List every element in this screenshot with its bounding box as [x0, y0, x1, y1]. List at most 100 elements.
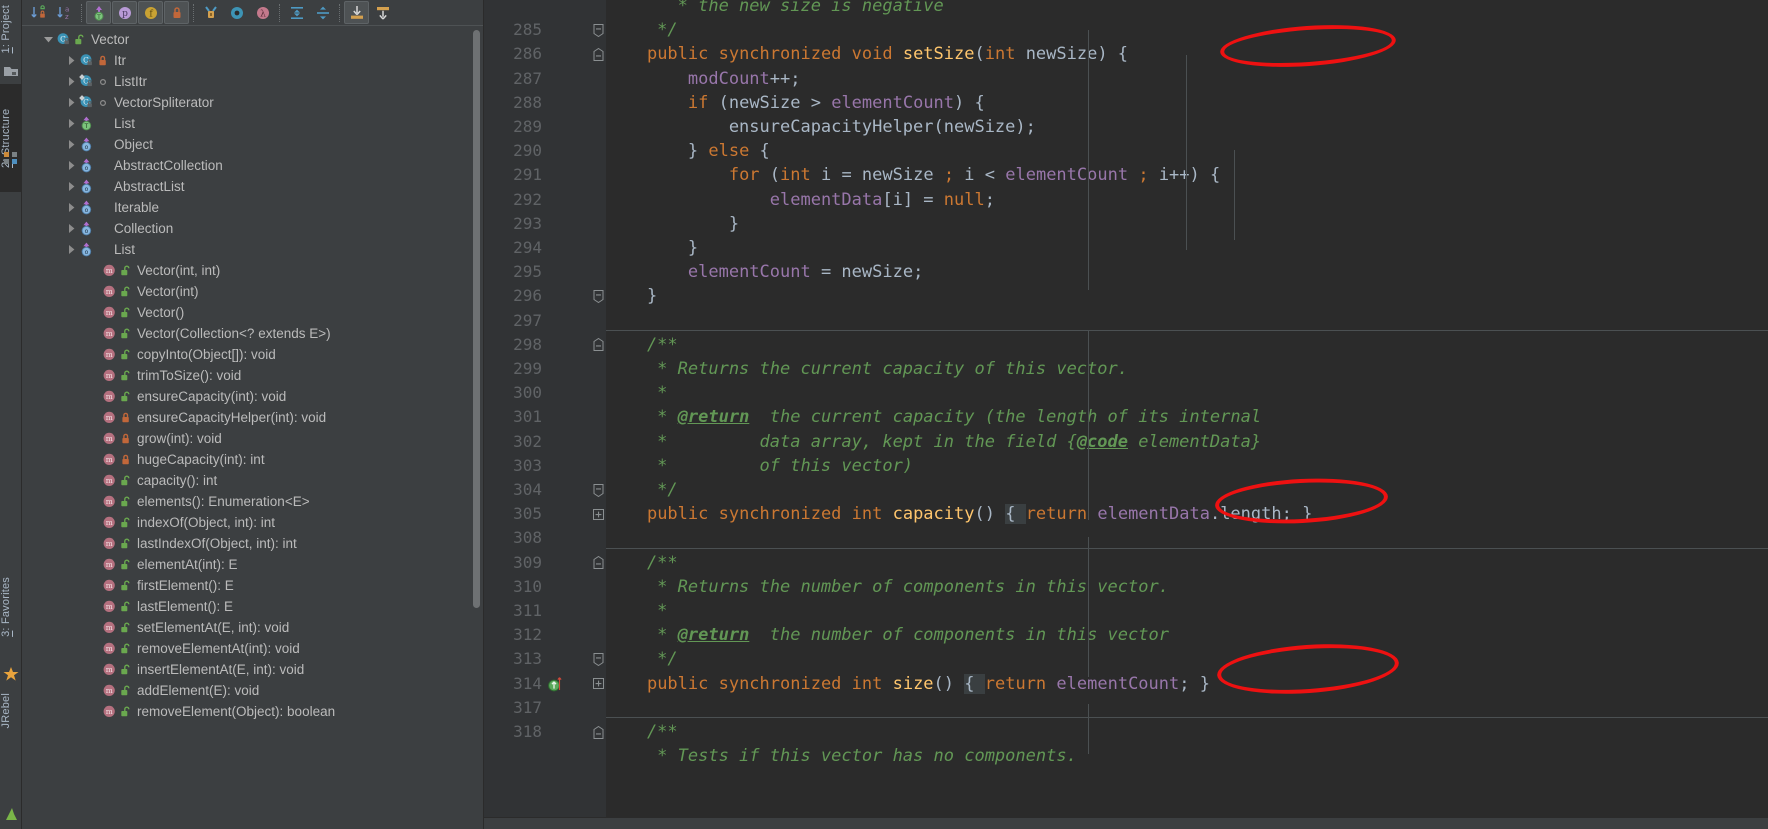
editor-line[interactable]: 301 * @return the current capacity (the … [484, 405, 1768, 429]
structure-class-row[interactable]: o Object [22, 134, 483, 155]
structure-method-row[interactable]: m hugeCapacity(int): int [22, 449, 483, 470]
structure-method-row[interactable]: m indexOf(Object, int): int [22, 512, 483, 533]
editor-line[interactable]: 286 public synchronized void setSize(int… [484, 42, 1768, 66]
structure-class-row[interactable]: C ListItr [22, 71, 483, 92]
show-anonymous-classes-button[interactable] [198, 1, 223, 24]
structure-method-row[interactable]: m ensureCapacityHelper(int): void [22, 407, 483, 428]
sidebar-item-jrebel[interactable]: JRebel [0, 690, 22, 731]
fold-region-icon[interactable] [590, 284, 606, 308]
fold-region-icon[interactable] [590, 333, 606, 357]
structure-tree[interactable]: C Vector C Itr C ListItr C VectorSpliterator T Li… [22, 26, 483, 829]
editor-line[interactable]: 302 * data array, kept in the field {@co… [484, 430, 1768, 454]
editor-line[interactable]: 300 * [484, 381, 1768, 405]
structure-method-row[interactable]: m capacity(): int [22, 470, 483, 491]
sort-alphabetically-button[interactable]: a z [52, 1, 77, 24]
expand-all-button[interactable] [284, 1, 309, 24]
autoscroll-from-source-button[interactable] [370, 1, 395, 24]
chevron-right-icon[interactable] [65, 155, 78, 176]
chevron-right-icon[interactable] [65, 239, 78, 260]
structure-method-row[interactable]: m Vector(int) [22, 281, 483, 302]
chevron-right-icon[interactable] [65, 218, 78, 239]
fold-region-icon[interactable] [590, 720, 606, 744]
editor-line[interactable]: * the new size is negative [484, 0, 1768, 18]
structure-class-row[interactable]: o AbstractList [22, 176, 483, 197]
show-non-public-button[interactable] [164, 1, 189, 24]
editor-line[interactable]: 305 public synchronized int capacity() {… [484, 502, 1768, 526]
structure-method-row[interactable]: m removeElement(Object): boolean [22, 701, 483, 722]
editor-line[interactable]: 313 */ [484, 647, 1768, 671]
structure-method-row[interactable]: m Vector() [22, 302, 483, 323]
structure-method-row[interactable]: m grow(int): void [22, 428, 483, 449]
structure-class-row[interactable]: T List [22, 113, 483, 134]
chevron-right-icon[interactable] [65, 92, 78, 113]
editor-line[interactable]: 299 * Returns the current capacity of th… [484, 357, 1768, 381]
structure-method-row[interactable]: m insertElementAt(E, int): void [22, 659, 483, 680]
chevron-right-icon[interactable] [65, 176, 78, 197]
collapse-all-button[interactable] [310, 1, 335, 24]
structure-method-row[interactable]: m firstElement(): E [22, 575, 483, 596]
show-inherited-button[interactable]: T [86, 1, 111, 24]
editor-line[interactable]: 295 elementCount = newSize; [484, 260, 1768, 284]
sidebar-item-project[interactable]: 1: Project [0, 2, 22, 56]
fold-region-icon[interactable] [590, 478, 606, 502]
chevron-right-icon[interactable] [65, 71, 78, 92]
structure-method-row[interactable]: m addElement(E): void [22, 680, 483, 701]
structure-class-row[interactable]: C Itr [22, 50, 483, 71]
editor-line[interactable]: 296 } [484, 284, 1768, 308]
structure-method-row[interactable]: m setElementAt(E, int): void [22, 617, 483, 638]
fold-region-icon[interactable] [590, 42, 606, 66]
autoscroll-to-source-button[interactable] [344, 1, 369, 24]
fold-region-icon[interactable] [590, 551, 606, 575]
fold-expand-icon[interactable] [590, 502, 606, 526]
structure-method-row[interactable]: m copyInto(Object[]): void [22, 344, 483, 365]
structure-class-row[interactable]: C VectorSpliterator [22, 92, 483, 113]
editor-line[interactable]: 285 */ [484, 18, 1768, 42]
structure-class-row[interactable]: o Iterable [22, 197, 483, 218]
structure-class-row[interactable]: o List [22, 239, 483, 260]
gutter-implementing-method-icon[interactable] [546, 672, 564, 696]
fold-region-icon[interactable] [590, 647, 606, 671]
editor-line[interactable]: 289 ensureCapacityHelper(newSize); [484, 115, 1768, 139]
show-lambdas-button[interactable]: λ [250, 1, 275, 24]
fold-expand-icon[interactable] [590, 672, 606, 696]
sidebar-item-favorites[interactable]: 3: Favorites [0, 574, 22, 640]
editor-line[interactable]: 303 * of this vector) [484, 454, 1768, 478]
group-by-type-button[interactable] [224, 1, 249, 24]
show-properties-button[interactable]: p [112, 1, 137, 24]
editor-line[interactable]: 287 modCount++; [484, 67, 1768, 91]
chevron-right-icon[interactable] [65, 113, 78, 134]
structure-method-row[interactable]: m lastElement(): E [22, 596, 483, 617]
editor-line[interactable]: 290 } else { [484, 139, 1768, 163]
structure-class-row[interactable]: o AbstractCollection [22, 155, 483, 176]
structure-method-row[interactable]: m ensureCapacity(int): void [22, 386, 483, 407]
editor-line[interactable]: 311 * [484, 599, 1768, 623]
chevron-down-icon[interactable] [42, 29, 55, 50]
structure-class-row[interactable]: C Vector [22, 29, 483, 50]
chevron-right-icon[interactable] [65, 134, 78, 155]
structure-method-row[interactable]: m elementAt(int): E [22, 554, 483, 575]
show-fields-button[interactable]: f [138, 1, 163, 24]
code-editor[interactable]: * the new size is negative 285 */286 publ… [484, 0, 1768, 829]
sort-by-visibility-button[interactable] [26, 1, 51, 24]
chevron-right-icon[interactable] [65, 197, 78, 218]
structure-method-row[interactable]: m lastIndexOf(Object, int): int [22, 533, 483, 554]
structure-method-row[interactable]: m Vector(Collection<? extends E>) [22, 323, 483, 344]
editor-line[interactable]: 298 /** [484, 329, 1768, 357]
editor-line[interactable]: 288 if (newSize > elementCount) { [484, 91, 1768, 115]
editor-line[interactable]: 318 /** [484, 717, 1768, 744]
editor-line[interactable]: 309 /** [484, 547, 1768, 575]
editor-line[interactable]: 292 elementData[i] = null; [484, 188, 1768, 212]
sidebar-item-structure[interactable]: 2: Structure [0, 84, 22, 192]
editor-line[interactable]: 291 for (int i = newSize ; i < elementCo… [484, 163, 1768, 187]
editor-line[interactable]: 293 } [484, 212, 1768, 236]
editor-line[interactable]: 304 */ [484, 478, 1768, 502]
structure-scrollbar[interactable] [473, 30, 480, 608]
editor-line[interactable]: 314 public synchronized int size() { ret… [484, 672, 1768, 696]
editor-line[interactable]: * Tests if this vector has no components… [484, 744, 1768, 768]
fold-region-icon[interactable] [590, 18, 606, 42]
structure-method-row[interactable]: m removeElementAt(int): void [22, 638, 483, 659]
editor-line[interactable]: 310 * Returns the number of components i… [484, 575, 1768, 599]
chevron-right-icon[interactable] [65, 50, 78, 71]
editor-line[interactable]: 294 } [484, 236, 1768, 260]
structure-method-row[interactable]: m elements(): Enumeration<E> [22, 491, 483, 512]
